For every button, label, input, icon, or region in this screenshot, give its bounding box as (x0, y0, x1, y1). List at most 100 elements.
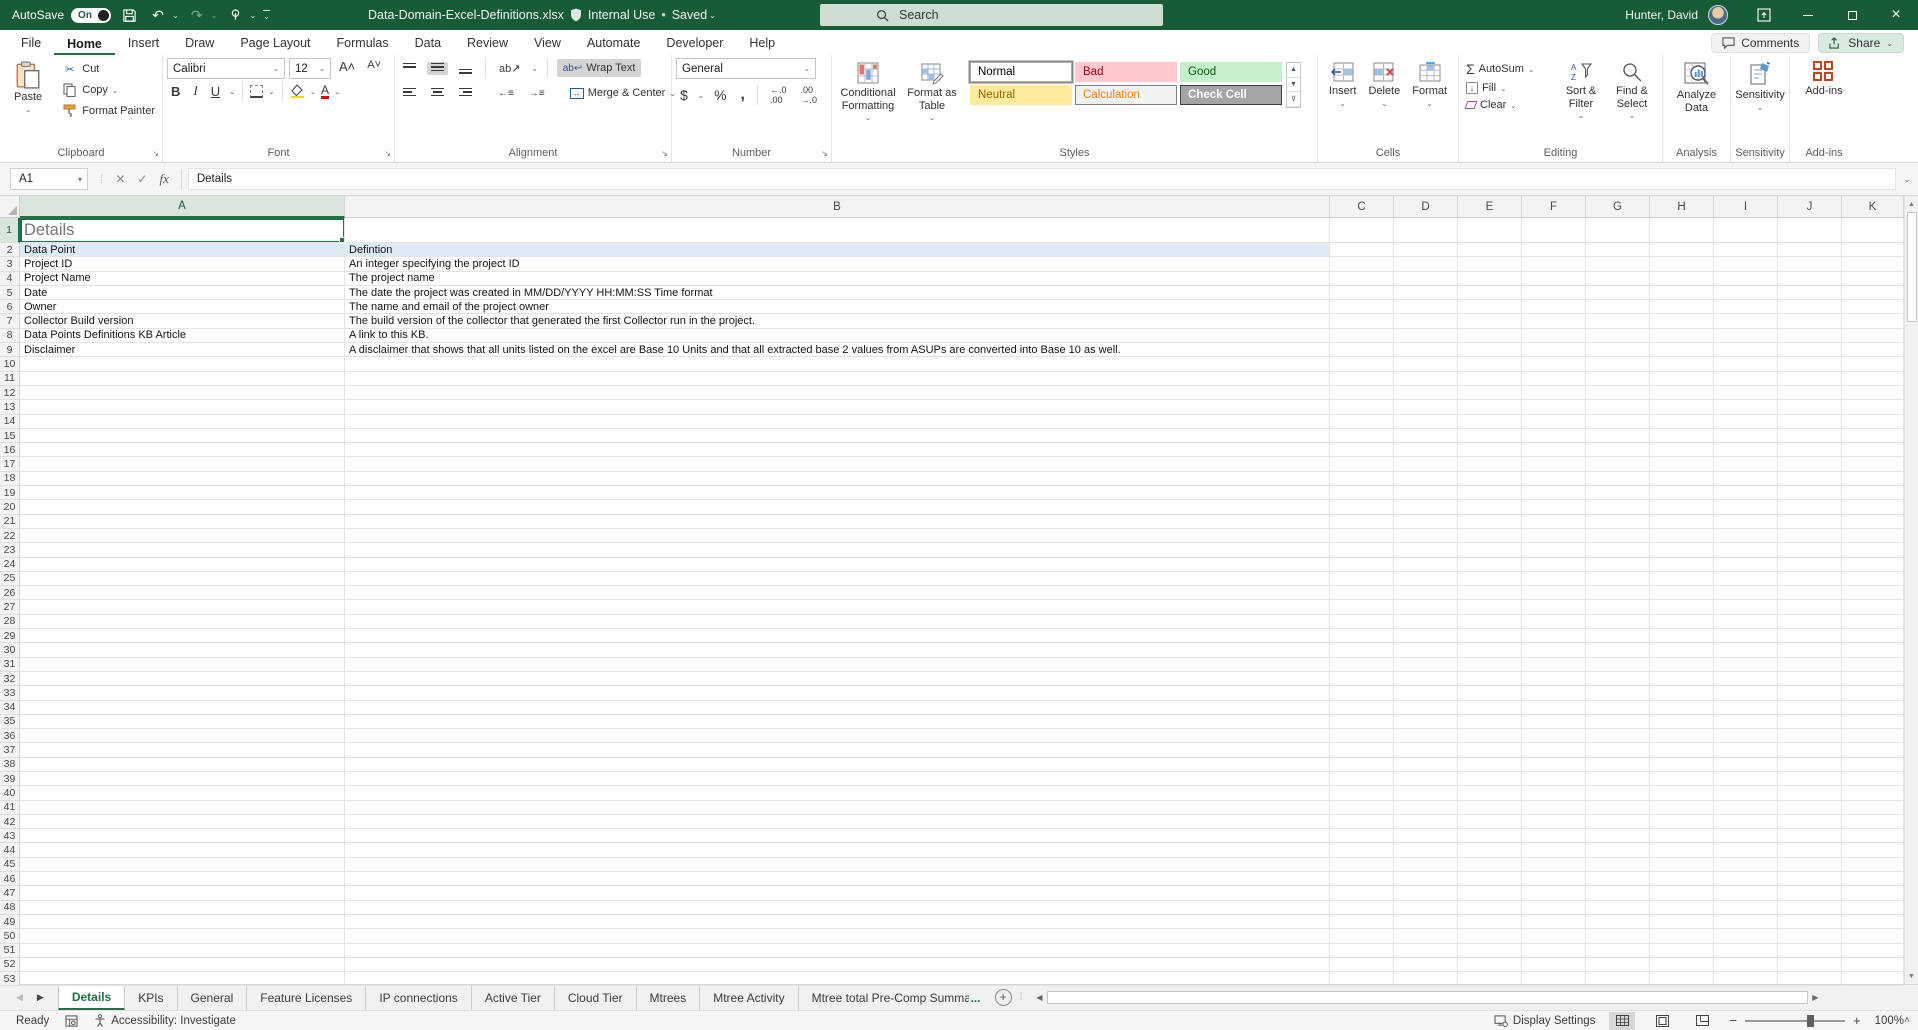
cell-I1[interactable] (1714, 218, 1778, 243)
cell-D37[interactable] (1394, 743, 1458, 757)
cell-D25[interactable] (1394, 572, 1458, 586)
cell-B21[interactable] (345, 515, 1330, 529)
cell-A5[interactable]: Date (20, 286, 345, 300)
cell-H32[interactable] (1650, 672, 1714, 686)
cell-G25[interactable] (1586, 572, 1650, 586)
cell-F38[interactable] (1522, 758, 1586, 772)
cell-B32[interactable] (345, 672, 1330, 686)
cell-B19[interactable] (345, 486, 1330, 500)
cell-I34[interactable] (1714, 701, 1778, 715)
cell-J13[interactable] (1778, 400, 1842, 414)
cell-D28[interactable] (1394, 615, 1458, 629)
cell-G21[interactable] (1586, 515, 1650, 529)
cell-K52[interactable] (1842, 958, 1904, 972)
cell-B41[interactable] (345, 801, 1330, 815)
cell-G17[interactable] (1586, 457, 1650, 471)
delete-cells-button[interactable]: Delete ⌄ (1364, 58, 1404, 111)
cell-C43[interactable] (1330, 829, 1394, 843)
cell-I49[interactable] (1714, 915, 1778, 929)
cell-J8[interactable] (1778, 329, 1842, 343)
row-header-15[interactable]: 15 (0, 429, 20, 443)
column-header-a[interactable]: A (20, 196, 345, 218)
cell-H5[interactable] (1650, 286, 1714, 300)
row-header-20[interactable]: 20 (0, 500, 20, 514)
sheet-nav-right-icon[interactable]: ▶ (37, 992, 44, 1003)
cell-I52[interactable] (1714, 958, 1778, 972)
cell-D50[interactable] (1394, 929, 1458, 943)
cell-I44[interactable] (1714, 843, 1778, 857)
cell-J14[interactable] (1778, 415, 1842, 429)
cell-D36[interactable] (1394, 729, 1458, 743)
close-button[interactable]: × (1874, 0, 1918, 30)
cell-J33[interactable] (1778, 686, 1842, 700)
cell-G28[interactable] (1586, 615, 1650, 629)
cell-D31[interactable] (1394, 658, 1458, 672)
cell-G31[interactable] (1586, 658, 1650, 672)
decrease-indent-icon[interactable]: ←≡ (494, 87, 518, 100)
underline-icon[interactable]: U (207, 83, 224, 100)
cell-A15[interactable] (20, 429, 345, 443)
name-box-dropdown-icon[interactable]: ▾ (78, 175, 82, 184)
confirm-entry-icon[interactable]: ✓ (137, 172, 147, 186)
cell-C52[interactable] (1330, 958, 1394, 972)
cell-I45[interactable] (1714, 858, 1778, 872)
cell-E9[interactable] (1458, 343, 1522, 357)
cell-K26[interactable] (1842, 586, 1904, 600)
cell-E11[interactable] (1458, 372, 1522, 386)
tab-developer[interactable]: Developer (653, 32, 736, 55)
cell-J30[interactable] (1778, 643, 1842, 657)
cell-J21[interactable] (1778, 515, 1842, 529)
cell-B25[interactable] (345, 572, 1330, 586)
cell-H51[interactable] (1650, 944, 1714, 958)
cell-I9[interactable] (1714, 343, 1778, 357)
cell-K51[interactable] (1842, 944, 1904, 958)
accessibility-status[interactable]: Accessibility: Investigate (94, 1014, 236, 1027)
saved-status-dropdown-icon[interactable]: ⌄ (709, 11, 716, 20)
cell-J39[interactable] (1778, 772, 1842, 786)
cell-E29[interactable] (1458, 629, 1522, 643)
cell-D21[interactable] (1394, 515, 1458, 529)
fill-dropdown-icon[interactable]: ⌄ (1500, 84, 1506, 93)
cell-E7[interactable] (1458, 314, 1522, 328)
cell-J38[interactable] (1778, 758, 1842, 772)
cell-G8[interactable] (1586, 329, 1650, 343)
cell-I33[interactable] (1714, 686, 1778, 700)
cell-D14[interactable] (1394, 415, 1458, 429)
cell-G19[interactable] (1586, 486, 1650, 500)
cell-H53[interactable] (1650, 972, 1714, 986)
cell-C48[interactable] (1330, 901, 1394, 915)
cell-H33[interactable] (1650, 686, 1714, 700)
cell-F43[interactable] (1522, 829, 1586, 843)
cell-B3[interactable]: An integer specifying the project ID (345, 257, 1330, 271)
cell-F49[interactable] (1522, 915, 1586, 929)
tab-view[interactable]: View (521, 32, 574, 55)
cell-A17[interactable] (20, 457, 345, 471)
cell-K5[interactable] (1842, 286, 1904, 300)
cell-H34[interactable] (1650, 701, 1714, 715)
row-header-13[interactable]: 13 (0, 400, 20, 414)
page-break-preview-button[interactable] (1689, 1012, 1715, 1030)
cell-C1[interactable] (1330, 218, 1394, 243)
cell-H13[interactable] (1650, 400, 1714, 414)
cell-K48[interactable] (1842, 901, 1904, 915)
cell-B12[interactable] (345, 386, 1330, 400)
cell-C38[interactable] (1330, 758, 1394, 772)
row-header-53[interactable]: 53 (0, 972, 20, 986)
cell-F15[interactable] (1522, 429, 1586, 443)
borders-dropdown-icon[interactable]: ⌄ (268, 87, 274, 96)
cell-A23[interactable] (20, 543, 345, 557)
column-header-b[interactable]: B (345, 196, 1330, 218)
cell-C26[interactable] (1330, 586, 1394, 600)
cell-E13[interactable] (1458, 400, 1522, 414)
cell-D52[interactable] (1394, 958, 1458, 972)
cell-E37[interactable] (1458, 743, 1522, 757)
cell-F5[interactable] (1522, 286, 1586, 300)
cell-A26[interactable] (20, 586, 345, 600)
cell-D26[interactable] (1394, 586, 1458, 600)
cell-style-calculation[interactable]: Calculation (1075, 85, 1177, 105)
cell-K2[interactable] (1842, 243, 1904, 257)
cell-F29[interactable] (1522, 629, 1586, 643)
decrease-decimal-icon[interactable]: .00→.0 (797, 84, 822, 106)
cell-H29[interactable] (1650, 629, 1714, 643)
cell-K13[interactable] (1842, 400, 1904, 414)
